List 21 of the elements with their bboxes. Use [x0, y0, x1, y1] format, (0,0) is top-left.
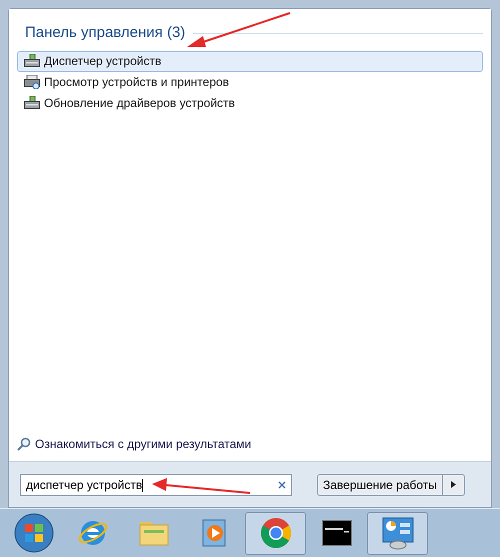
chrome-icon[interactable]	[260, 517, 292, 549]
control-panel-icon[interactable]	[380, 516, 414, 550]
result-item[interactable]: Диспетчер устройств	[17, 50, 483, 72]
result-item[interactable]: Обновление драйверов устройств	[17, 92, 483, 114]
shutdown-options-button[interactable]	[442, 474, 465, 496]
search-field[interactable]: диспетчер устройств	[20, 474, 292, 496]
start-orb-icon[interactable]	[14, 513, 54, 553]
search-icon	[17, 437, 31, 451]
section-heading: Панель управления (3)	[25, 23, 186, 43]
printer-icon	[24, 75, 40, 89]
computer-icon	[24, 54, 40, 68]
caret-icon	[450, 481, 456, 488]
taskbar-button[interactable]	[367, 512, 428, 554]
shutdown-button[interactable]: Завершение работы	[317, 474, 443, 496]
computer-icon	[24, 96, 40, 110]
result-item[interactable]: Просмотр устройств и принтеров	[17, 72, 483, 92]
taskbar-button[interactable]	[245, 512, 306, 554]
play-icon[interactable]	[200, 518, 228, 548]
clear-icon[interactable]	[278, 480, 286, 488]
more-results-link[interactable]: Ознакомиться с другими результатами	[35, 435, 252, 453]
terminal-icon[interactable]	[322, 520, 352, 546]
